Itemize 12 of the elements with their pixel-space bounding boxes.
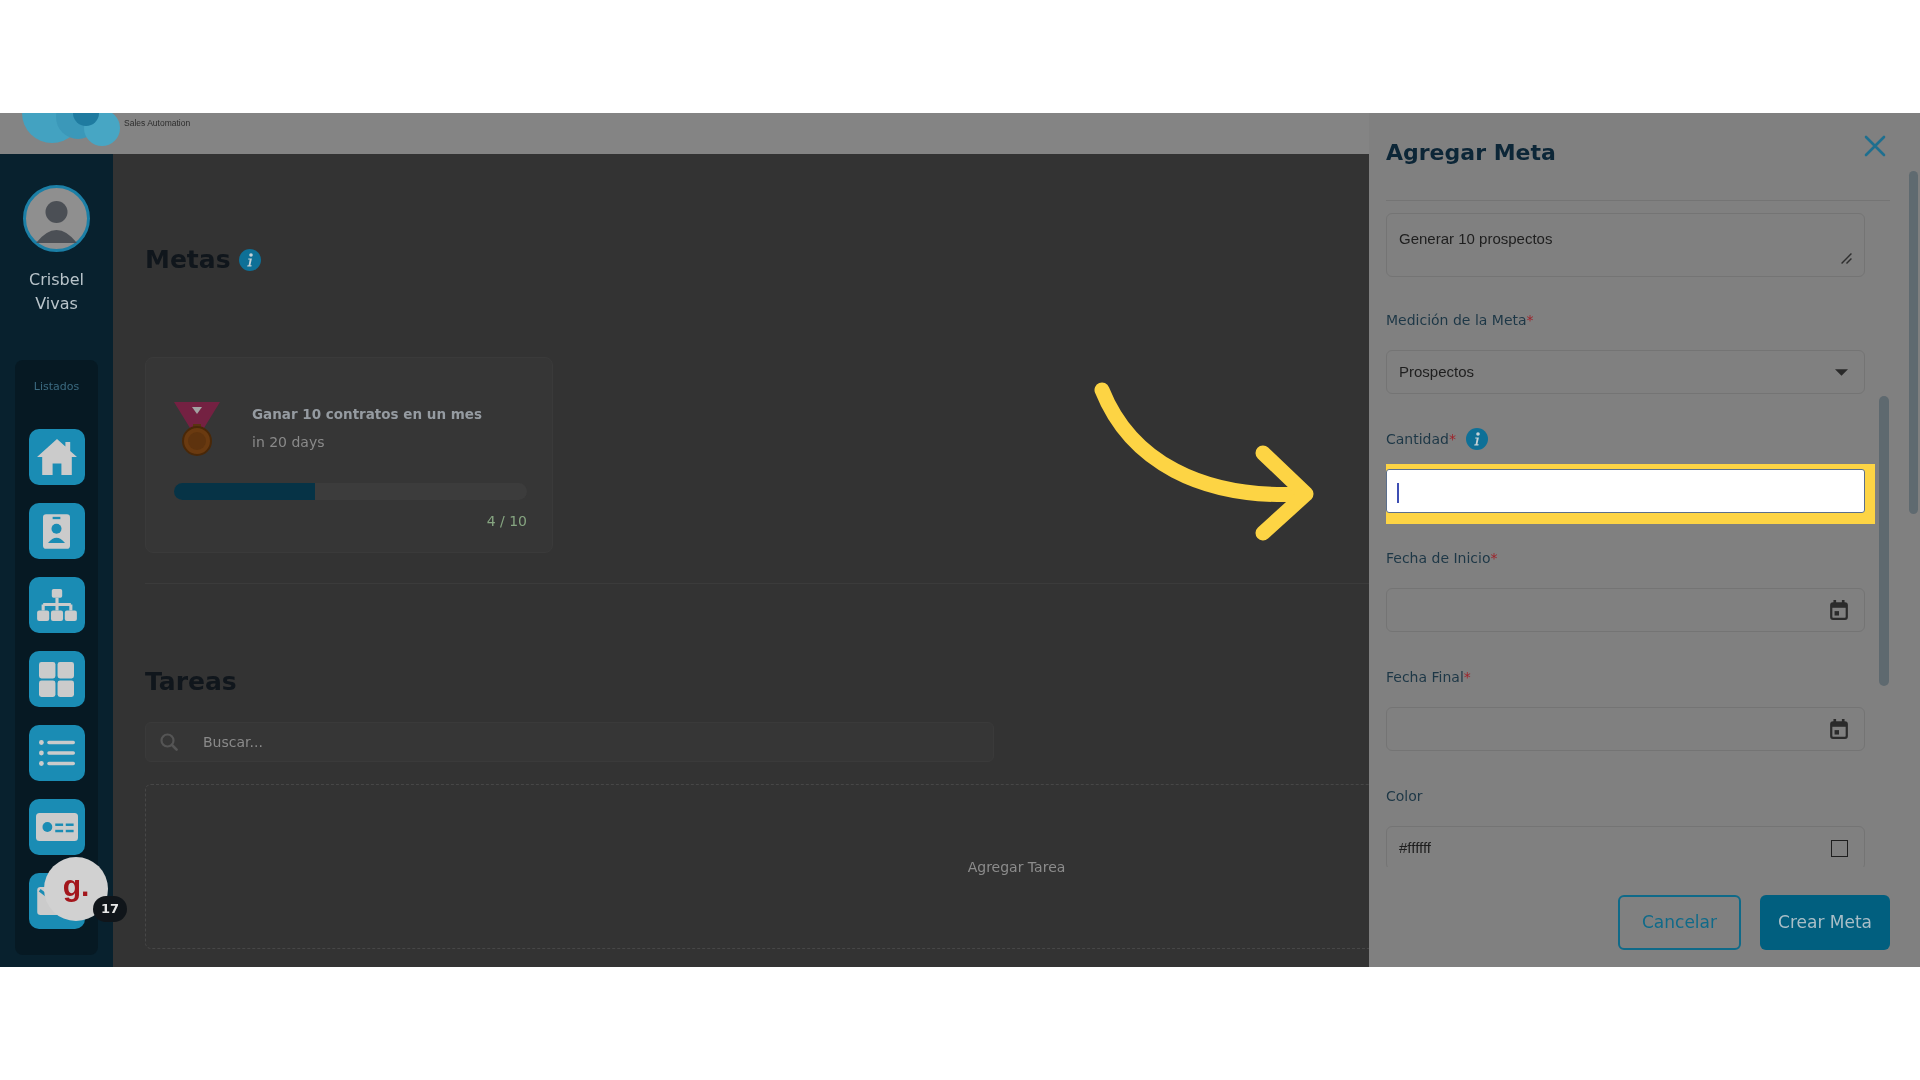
drawer-title: Agregar Meta (1386, 139, 1556, 167)
field-label: Color (1386, 787, 1423, 805)
goal-due-text: in 20 days (252, 433, 326, 452)
logo-tagline: Sales Automation (124, 118, 191, 128)
progress-count: 4 / 10 (486, 512, 527, 531)
field-label: Fecha Final* (1386, 668, 1471, 686)
user-name: Crisbel Vivas (28, 269, 85, 315)
section-label: Listados (33, 379, 80, 395)
goal-title: Ganar 10 contratos en un mes (252, 405, 482, 424)
field-label: Fecha de Inicio* (1386, 549, 1498, 567)
field-label: Medición de la Meta* (1386, 311, 1534, 329)
field-label: Cantidad* (1386, 430, 1456, 448)
